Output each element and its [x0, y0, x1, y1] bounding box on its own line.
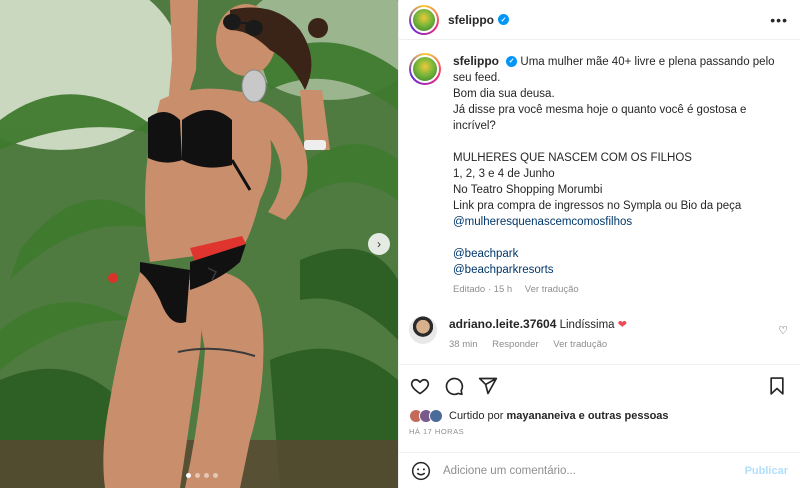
verified-badge-icon: ✓ — [506, 56, 518, 68]
comments-section[interactable]: sfelippo ✓ Uma mulher mãe 40+ livre e pl… — [399, 41, 800, 363]
caption-line: 1, 2, 3 e 4 de Junho — [453, 168, 555, 180]
post-header: sfelippo ✓ ••• — [399, 0, 800, 40]
carousel-dot — [213, 473, 218, 478]
emoji-smiley-icon[interactable] — [411, 461, 431, 481]
likes-suffix[interactable]: e outras pessoas — [579, 410, 669, 422]
caption-line: Link pra compra de ingressos no Sympla o… — [453, 200, 742, 212]
comment-item: adriano.leite.37604 Lindíssima ❤ 38 min … — [409, 316, 788, 353]
comment-input[interactable] — [443, 464, 745, 477]
post-actions: Curtido por mayananeiva e outras pessoas… — [399, 364, 800, 436]
reply-button[interactable]: Responder — [492, 339, 538, 350]
red-heart-emoji: ❤ — [617, 319, 627, 331]
comment-meta: 38 min Responder Ver tradução — [449, 337, 627, 353]
edited-timestamp: Editado · 15 h — [453, 284, 513, 295]
carousel-dot — [195, 473, 200, 478]
caption-profile-link[interactable]: @mulheresquenascemcomosfilhos — [453, 214, 783, 230]
post-caption: sfelippo ✓ Uma mulher mãe 40+ livre e pl… — [409, 53, 788, 298]
instagram-post: › sfelippo ✓ ••• sfelippo ✓ Uma mulher m… — [0, 0, 800, 488]
carousel-indicator — [186, 473, 218, 478]
author-avatar[interactable] — [409, 53, 441, 85]
liker-username[interactable]: mayananeiva — [506, 410, 575, 422]
see-translation-link[interactable]: Ver tradução — [553, 339, 607, 350]
comment-bubble-icon[interactable] — [443, 375, 465, 397]
save-bookmark-icon[interactable] — [766, 375, 788, 397]
comment-body: adriano.leite.37604 Lindíssima ❤ 38 min … — [449, 316, 627, 353]
liker-avatar — [429, 409, 443, 423]
commenter-username[interactable]: adriano.leite.37604 — [449, 317, 556, 331]
caption-line: No Teatro Shopping Morumbi — [453, 184, 603, 196]
comment-time: 38 min — [449, 339, 478, 350]
carousel-dot — [186, 473, 191, 478]
comment-like-heart-icon[interactable]: ♡ — [778, 324, 788, 337]
post-photo[interactable]: › — [0, 0, 398, 488]
mention-link[interactable]: @beachparkresorts — [453, 262, 783, 278]
author-username[interactable]: sfelippo — [448, 13, 494, 27]
photo-illustration — [0, 0, 398, 488]
see-translation-link[interactable]: Ver tradução — [525, 284, 579, 295]
caption-line: Uma mulher mãe 40+ livre e plena passand… — [453, 56, 775, 84]
caption-username[interactable]: sfelippo — [453, 54, 499, 68]
caption-line: MULHERES QUE NASCEM COM OS FILHOS — [453, 152, 692, 164]
caption-line: Já disse pra você mesma hoje o quanto vo… — [453, 104, 747, 132]
publish-button[interactable]: Publicar — [745, 465, 788, 477]
caption-line: Bom dia sua deusa. — [453, 88, 555, 100]
caption-text: sfelippo ✓ Uma mulher mãe 40+ livre e pl… — [453, 53, 783, 298]
add-comment-bar: Publicar — [399, 452, 800, 488]
chevron-right-icon: › — [377, 237, 381, 251]
author-avatar[interactable] — [409, 4, 439, 35]
carousel-dot — [204, 473, 209, 478]
likes-prefix: Curtido por — [449, 410, 504, 422]
more-options-icon[interactable]: ••• — [770, 12, 788, 28]
share-paper-plane-icon[interactable] — [477, 375, 499, 397]
caption-meta: Editado · 15 h Ver tradução — [453, 282, 783, 298]
likes-summary[interactable]: Curtido por mayananeiva e outras pessoas — [409, 409, 788, 423]
like-heart-icon[interactable] — [409, 375, 431, 397]
post-time-ago: HÁ 17 HORAS — [409, 427, 465, 436]
liker-avatars — [409, 409, 443, 423]
comment-text: Lindíssima — [559, 319, 615, 331]
action-icons-row — [409, 375, 788, 397]
mention-link[interactable]: @beachpark — [453, 246, 783, 262]
verified-badge-icon: ✓ — [498, 14, 510, 25]
commenter-avatar[interactable] — [409, 316, 437, 344]
post-side-panel: sfelippo ✓ ••• sfelippo ✓ Uma mulher mãe… — [398, 0, 800, 488]
carousel-next-button[interactable]: › — [368, 233, 390, 255]
